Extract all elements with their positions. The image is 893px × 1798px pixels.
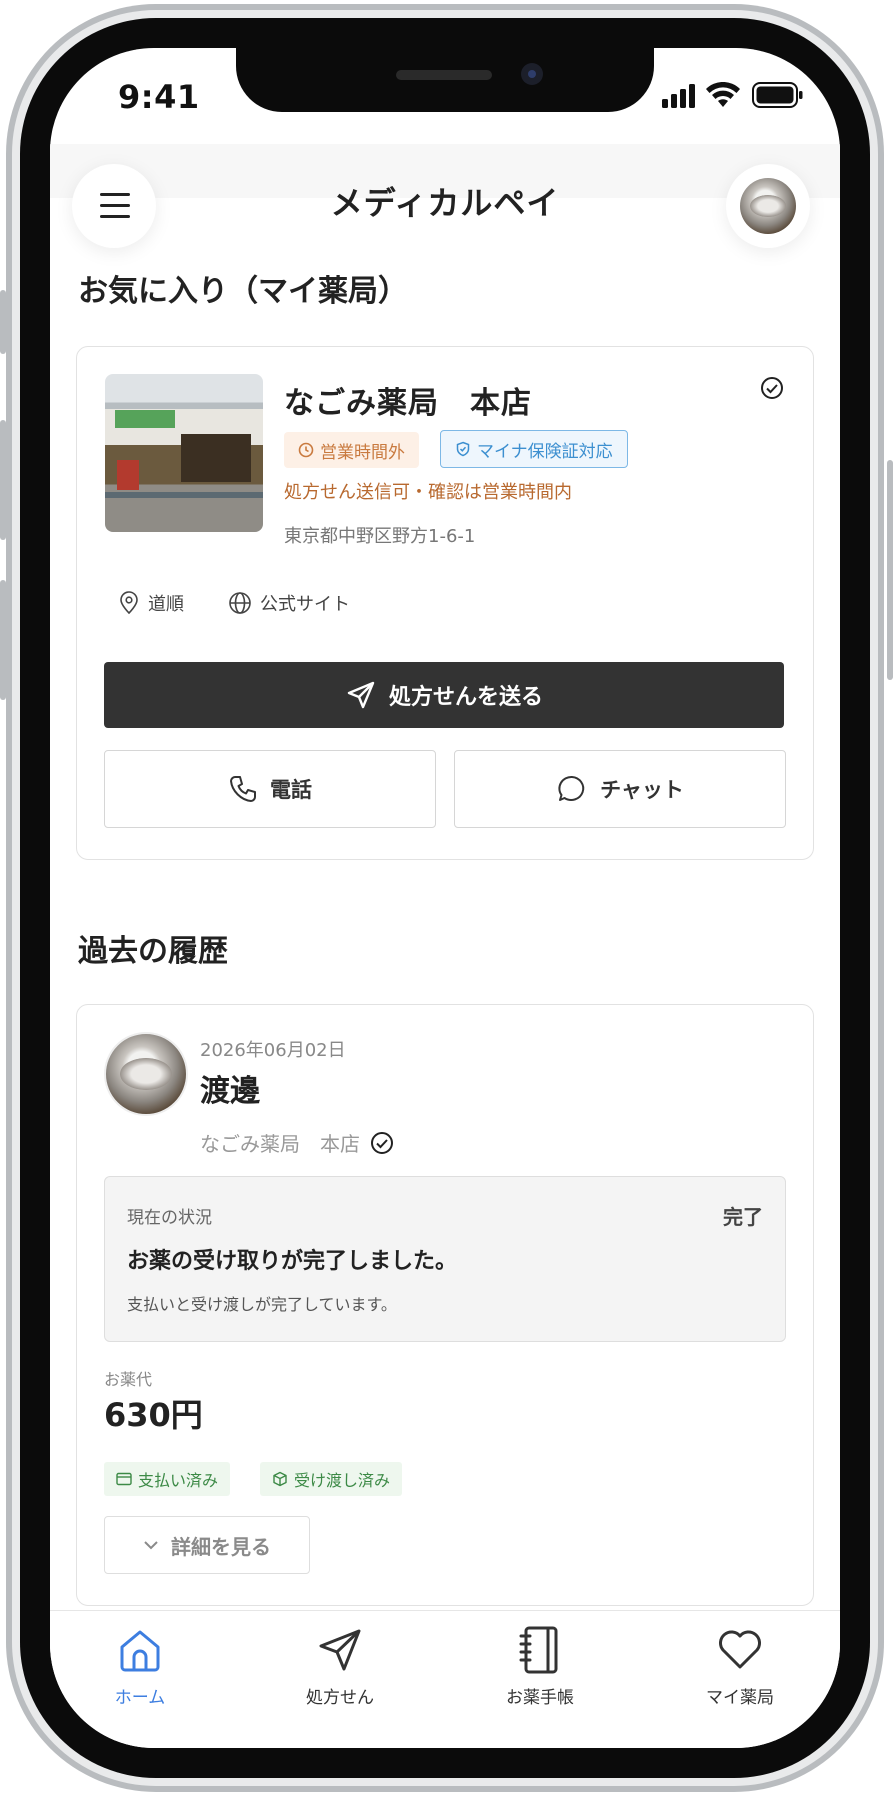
send-icon — [347, 681, 375, 709]
status-time: 9:41 — [118, 78, 200, 116]
pharmacy-name: なごみ薬局 本店 — [284, 386, 532, 421]
notebook-icon — [519, 1626, 558, 1674]
chat-button[interactable]: チャット — [454, 750, 786, 828]
globe-icon — [229, 592, 251, 614]
chat-label: チャット — [600, 778, 684, 802]
battery-icon — [752, 82, 803, 108]
fee-amount: 630円 — [104, 1396, 203, 1434]
chevron-down-icon — [144, 1541, 158, 1550]
fee-label: お薬代 — [104, 1370, 153, 1389]
pharmacy-notice: 処方せん送信可・確認は営業時間内 — [284, 482, 572, 503]
website-link[interactable]: 公式サイト — [228, 590, 350, 616]
profile-button[interactable] — [726, 164, 810, 248]
avatar — [740, 178, 796, 234]
history-date: 2026年06月02日 — [200, 1040, 346, 1061]
history-pharmacy-name: なごみ薬局 本店 — [200, 1132, 360, 1156]
package-icon — [273, 1471, 287, 1487]
wifi-icon — [706, 82, 740, 107]
send-prescription-label: 処方せんを送る — [388, 685, 543, 710]
tag-closed: 営業時間外 — [284, 432, 419, 468]
phone-screen: 9:41 メディカルペイ お気に入り（マイ薬局） なごみ薬局 本店 営業時間外 … — [50, 48, 840, 1748]
map-pin-icon — [120, 591, 138, 615]
tab-prescription-label: 処方せん — [306, 1688, 374, 1708]
pharmacy-address: 東京都中野区野方1-6-1 — [284, 526, 476, 547]
send-prescription-button[interactable]: 処方せんを送る — [104, 662, 784, 728]
signal-icon — [662, 84, 695, 108]
favorites-heading: お気に入り（マイ薬局） — [78, 274, 408, 309]
tab-home[interactable]: ホーム — [60, 1623, 220, 1723]
badge-delivered-label: 受け渡し済み — [294, 1471, 391, 1490]
tab-prescription[interactable]: 処方せん — [260, 1623, 420, 1723]
history-heading: 過去の履歴 — [78, 934, 228, 969]
patient-name: 渡邊 — [200, 1074, 260, 1109]
tab-my-pharmacy-label: マイ薬局 — [706, 1688, 774, 1708]
send-icon — [319, 1629, 361, 1671]
tab-medicine-notebook[interactable]: お薬手帳 — [460, 1623, 620, 1723]
status-label: 現在の状況 — [127, 1208, 212, 1228]
website-label: 公式サイト — [260, 594, 350, 615]
pharmacy-photo — [105, 374, 263, 532]
call-label: 電話 — [270, 778, 312, 802]
status-state: 完了 — [723, 1205, 763, 1229]
call-button[interactable]: 電話 — [104, 750, 436, 828]
directions-label: 道順 — [148, 594, 184, 615]
verified-check-icon — [371, 1131, 393, 1154]
patient-avatar — [104, 1032, 188, 1116]
status-title: お薬の受け取りが完了しました。 — [127, 1249, 458, 1274]
credit-card-icon — [116, 1472, 132, 1486]
tab-bar: ホーム 処方せん お薬手帳 マイ薬局 — [50, 1610, 840, 1748]
details-button[interactable]: 詳細を見る — [104, 1516, 310, 1574]
earpiece — [396, 70, 492, 80]
status-bar: 9:41 — [50, 48, 840, 144]
directions-link[interactable]: 道順 — [118, 590, 184, 616]
verified-check-icon — [761, 377, 783, 399]
details-label: 詳細を見る — [171, 1534, 271, 1559]
badge-delivered: 受け渡し済み — [260, 1462, 403, 1496]
volume-down-button — [0, 580, 6, 700]
shield-icon — [456, 441, 470, 457]
silent-switch — [0, 290, 6, 354]
badge-paid-label: 支払い済み — [138, 1471, 219, 1490]
tab-home-label: ホーム — [114, 1688, 166, 1708]
chat-icon — [558, 775, 585, 801]
front-camera — [521, 63, 543, 85]
volume-up-button — [0, 420, 6, 540]
tag-my-number: マイナ保険証対応 — [440, 430, 628, 468]
tag-my-number-label: マイナ保険証対応 — [477, 441, 613, 462]
status-description: 支払いと受け渡しが完了しています。 — [127, 1295, 397, 1314]
tab-medicine-notebook-label: お薬手帳 — [506, 1688, 574, 1708]
clock-icon — [298, 442, 314, 458]
app-title: メディカルペイ — [330, 184, 560, 222]
status-box: 現在の状況 完了 お薬の受け取りが完了しました。 支払いと受け渡しが完了していま… — [104, 1176, 786, 1342]
badge-paid: 支払い済み — [104, 1462, 231, 1496]
history-pharmacy: なごみ薬局 本店 — [200, 1128, 394, 1157]
power-button — [887, 460, 893, 680]
notch — [236, 48, 654, 112]
phone-icon — [230, 776, 256, 802]
home-icon — [120, 1630, 160, 1672]
heart-icon — [719, 1630, 761, 1669]
tab-my-pharmacy[interactable]: マイ薬局 — [660, 1623, 820, 1723]
tag-closed-label: 営業時間外 — [320, 442, 405, 463]
